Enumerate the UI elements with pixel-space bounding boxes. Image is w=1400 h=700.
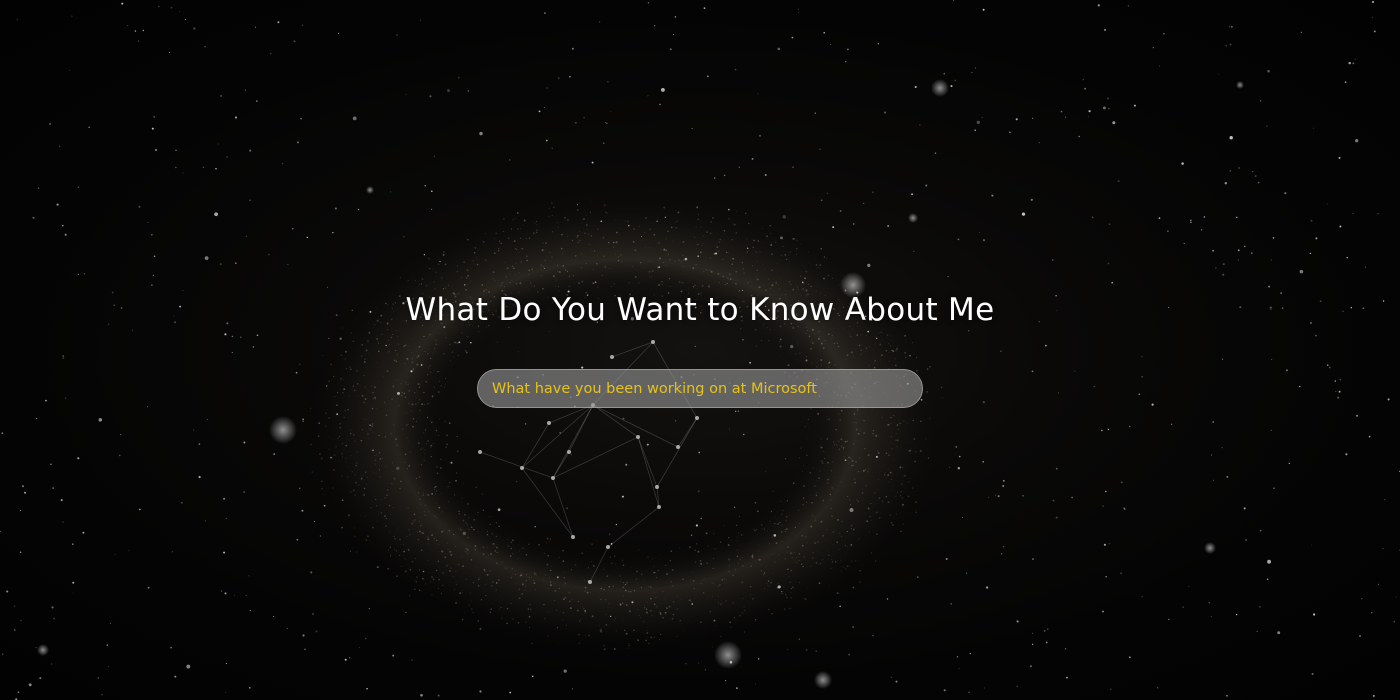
nebula-background-image <box>0 0 1400 700</box>
page-title: What Do You Want to Know About Me <box>405 292 995 328</box>
nebula-ring <box>305 195 945 655</box>
page-root: What Do You Want to Know About Me <box>0 0 1400 700</box>
question-input[interactable] <box>477 369 923 408</box>
